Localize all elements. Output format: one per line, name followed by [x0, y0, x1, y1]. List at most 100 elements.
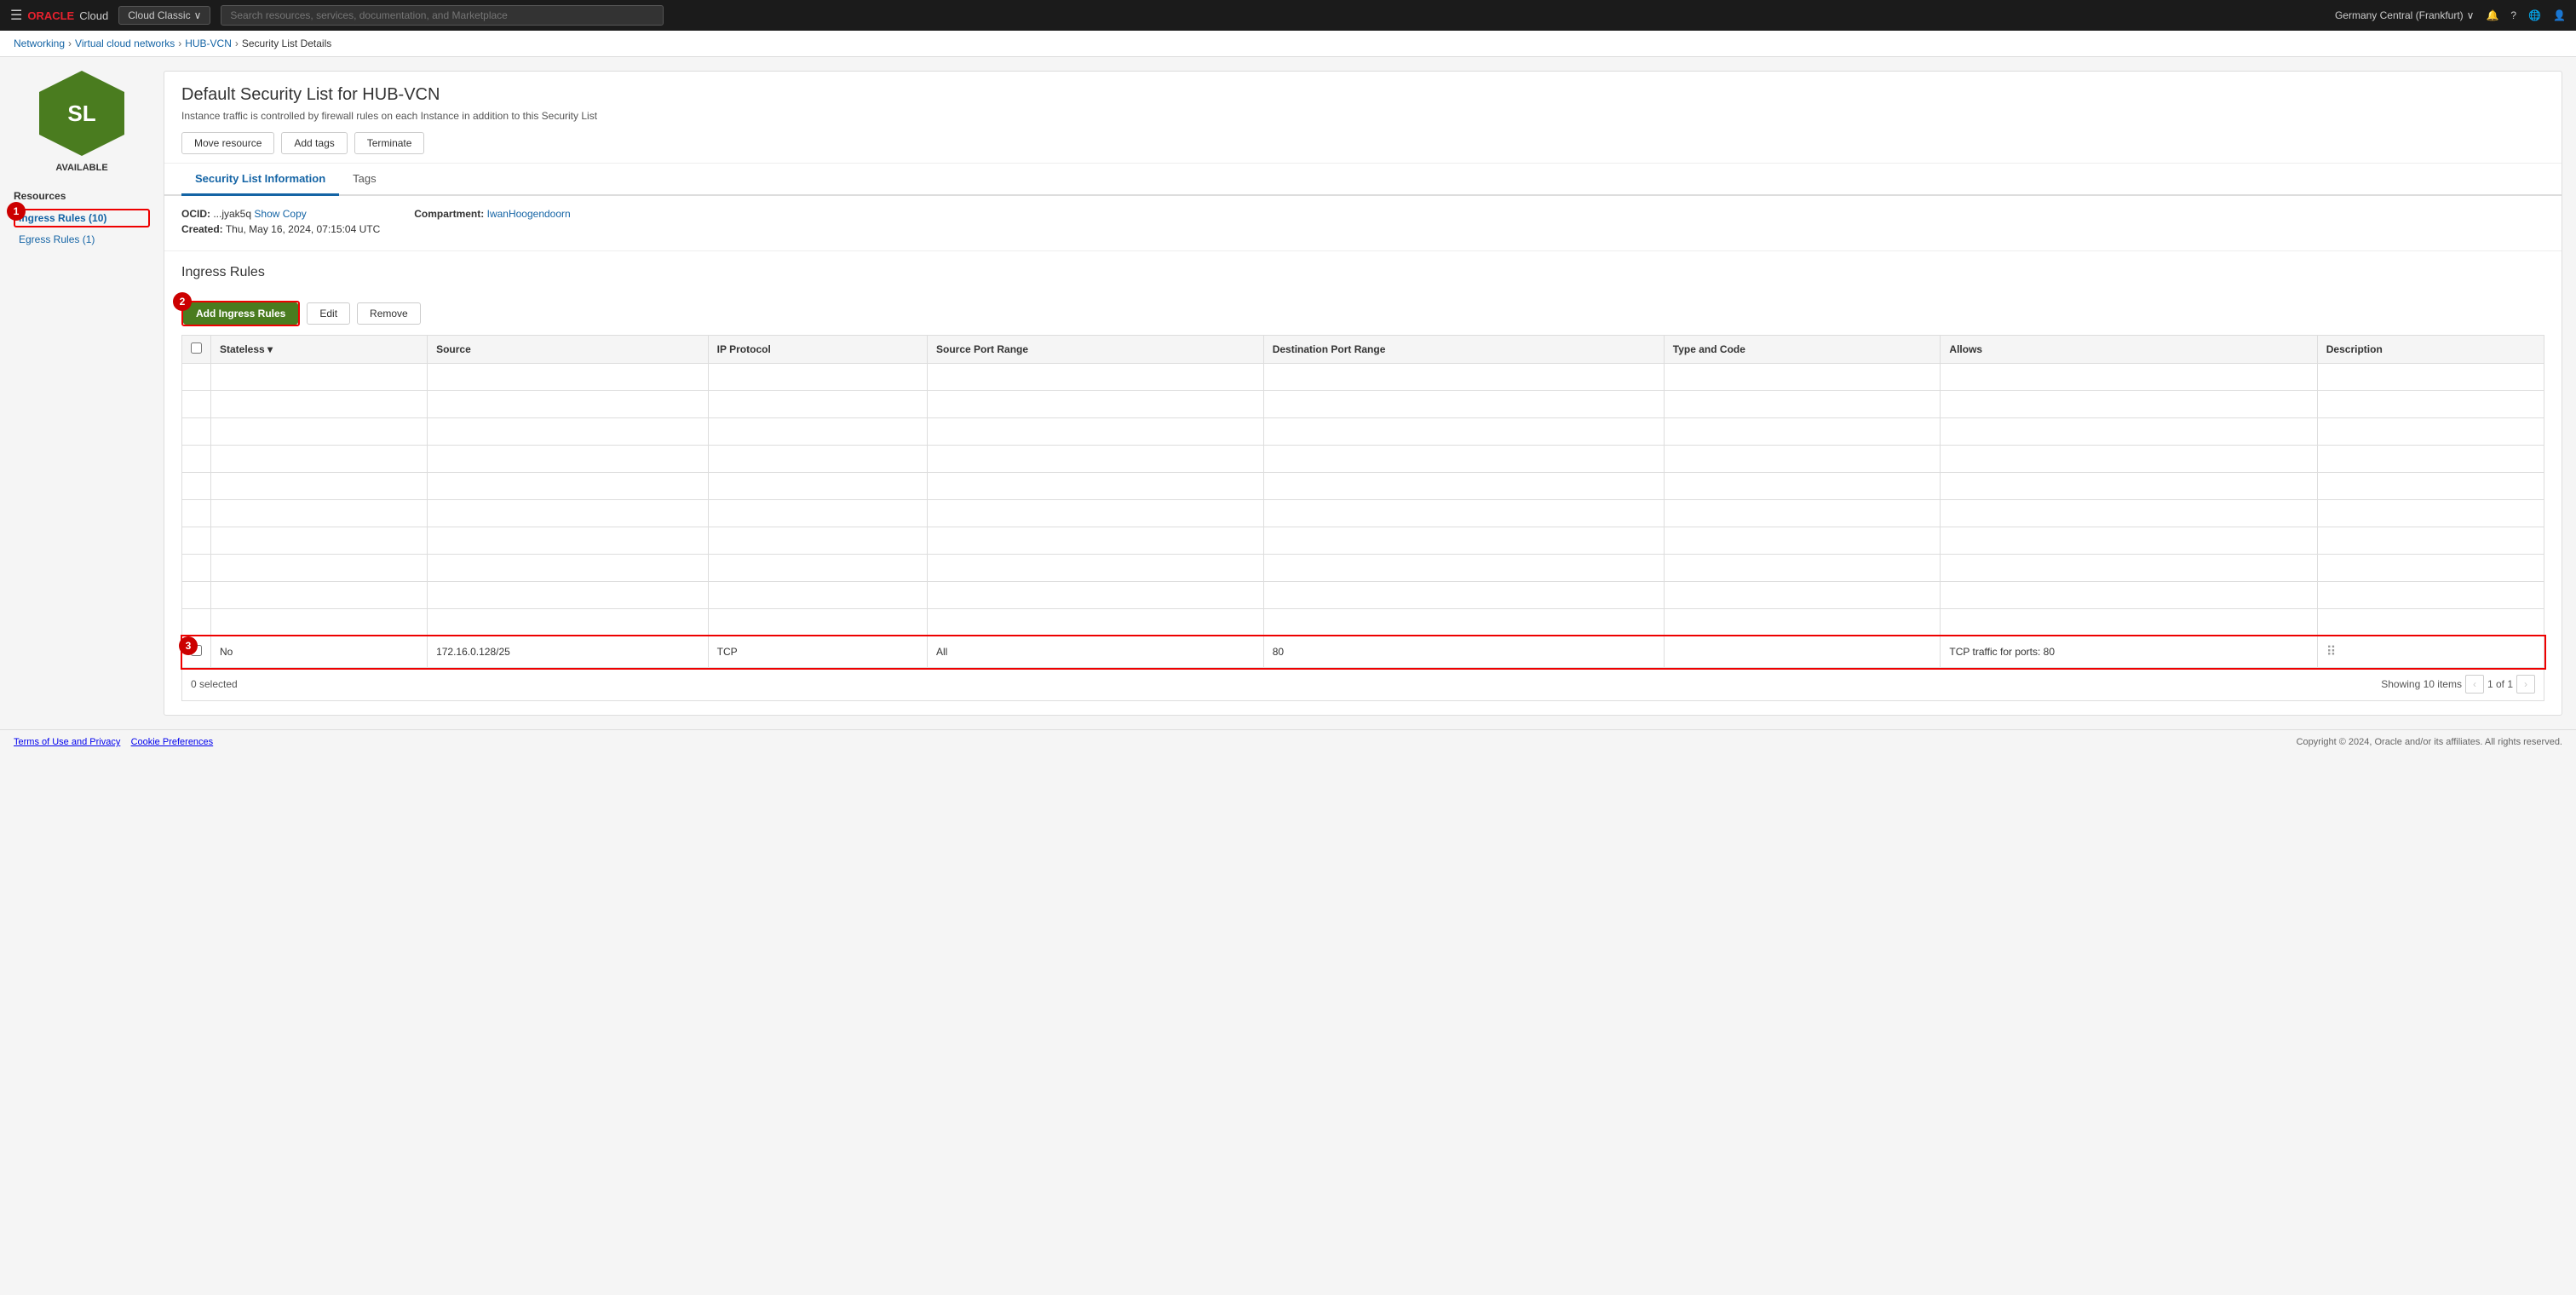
compartment-value[interactable]: IwanHoogendoorn: [487, 208, 571, 220]
cloud-classic-label: Cloud Classic: [128, 9, 190, 21]
main-content: SL AVAILABLE Resources 1 Ingress Rules (…: [0, 57, 2576, 729]
breadcrumb-hub-vcn[interactable]: HUB-VCN: [185, 37, 232, 49]
cloud-text: Cloud: [79, 9, 108, 22]
table-header-row: Stateless ▾ Source IP Protocol Source Po…: [182, 336, 2544, 364]
compartment-label: Compartment:: [414, 208, 484, 220]
table-row: [182, 582, 2544, 609]
empty-type: [1664, 364, 1941, 391]
row-source: 172.16.0.128/25: [428, 636, 709, 668]
breadcrumb-sep-3: ›: [235, 37, 239, 49]
col-stateless: Stateless ▾: [211, 336, 428, 364]
created-value: Thu, May 16, 2024, 07:15:04 UTC: [226, 223, 380, 235]
global-search-input[interactable]: [221, 5, 664, 26]
ocid-value: ...jyak5q: [213, 208, 251, 220]
page-header: Default Security List for HUB-VCN Instan…: [164, 72, 2562, 164]
tab-tags[interactable]: Tags: [339, 164, 389, 196]
ocid-label: OCID:: [181, 208, 210, 220]
brand: ☰ ORACLE Cloud: [10, 7, 108, 24]
annotation-badge-2: 2: [173, 292, 192, 311]
empty-desc: [2317, 364, 2544, 391]
region-selector[interactable]: Germany Central (Frankfurt) ∨: [2335, 9, 2475, 21]
sidebar-item-egress-rules[interactable]: Egress Rules (1): [14, 231, 150, 248]
breadcrumb-sep-2: ›: [178, 37, 181, 49]
terminate-button[interactable]: Terminate: [354, 132, 425, 154]
table-actions: 2 Add Ingress Rules Edit Remove: [181, 301, 2544, 326]
topbar-right: Germany Central (Frankfurt) ∨ 🔔 ? 🌐 👤: [2335, 9, 2566, 21]
info-section: OCID: ...jyak5q Show Copy Created: Thu, …: [164, 196, 2562, 251]
col-source-port-range: Source Port Range: [928, 336, 1264, 364]
col-type-and-code: Type and Code: [1664, 336, 1941, 364]
language-icon[interactable]: 🌐: [2528, 9, 2541, 21]
next-page-button[interactable]: ›: [2516, 675, 2535, 694]
table-row: [182, 555, 2544, 582]
oracle-logo: ORACLE: [27, 9, 74, 22]
table-row: [182, 473, 2544, 500]
footer-links: Terms of Use and Privacy Cookie Preferen…: [14, 737, 213, 747]
move-resource-button[interactable]: Move resource: [181, 132, 274, 154]
help-icon[interactable]: ?: [2510, 9, 2516, 21]
topbar: ☰ ORACLE Cloud Cloud Classic ∨ Germany C…: [0, 0, 2576, 31]
edit-button[interactable]: Edit: [307, 302, 350, 325]
table-row: [182, 446, 2544, 473]
pagination: Showing 10 items ‹ 1 of 1 ›: [2381, 675, 2535, 694]
table-row: [182, 418, 2544, 446]
col-checkbox: [182, 336, 211, 364]
table-row: [182, 364, 2544, 391]
notifications-icon[interactable]: 🔔: [2486, 9, 2498, 21]
row-ip-protocol: TCP: [708, 636, 927, 668]
col-source: Source: [428, 336, 709, 364]
tabs: Security List Information Tags: [164, 164, 2562, 196]
user-icon[interactable]: 👤: [2553, 9, 2566, 21]
col-description: Description: [2317, 336, 2544, 364]
remove-button[interactable]: Remove: [357, 302, 421, 325]
row-description: ⠿: [2317, 636, 2544, 668]
ocid-copy-link[interactable]: Copy: [283, 208, 307, 220]
resources-section-label: Resources: [14, 190, 150, 202]
compartment-item: Compartment: IwanHoogendoorn: [414, 208, 570, 220]
page-subtitle: Instance traffic is controlled by firewa…: [181, 110, 2544, 122]
tab-security-list-information[interactable]: Security List Information: [181, 164, 339, 196]
annotation-badge-3: 3: [179, 636, 198, 655]
prev-page-button[interactable]: ‹: [2465, 675, 2484, 694]
table-row: [182, 500, 2544, 527]
empty-sport: [928, 364, 1264, 391]
table-row-highlighted: 3 No 172.16.0.128/25 TCP All 80 TCP traf…: [182, 636, 2544, 668]
cookies-link[interactable]: Cookie Preferences: [131, 737, 214, 747]
empty-ip: [708, 364, 927, 391]
empty-stateless: [211, 364, 428, 391]
action-buttons: Move resource Add tags Terminate: [181, 132, 2544, 154]
add-ingress-rules-button[interactable]: Add Ingress Rules: [183, 302, 298, 325]
empty-source: [428, 364, 709, 391]
chevron-down-icon: ∨: [194, 9, 202, 21]
resource-icon: SL: [39, 71, 124, 156]
ocid-show-link[interactable]: Show: [254, 208, 279, 220]
row-checkbox-cell: 3: [182, 636, 211, 668]
sidebar-item-ingress-rules[interactable]: Ingress Rules (10): [14, 209, 150, 227]
table-row: [182, 609, 2544, 636]
empty-allows: [1941, 364, 2317, 391]
region-label: Germany Central (Frankfurt): [2335, 9, 2464, 21]
row-source-port: All: [928, 636, 1264, 668]
table-row: [182, 527, 2544, 555]
empty-checkbox: [182, 364, 211, 391]
terms-link[interactable]: Terms of Use and Privacy: [14, 737, 120, 747]
annotation-badge-1: 1: [7, 202, 26, 221]
breadcrumb-current: Security List Details: [242, 37, 331, 49]
add-tags-button[interactable]: Add tags: [281, 132, 347, 154]
row-dots-icon[interactable]: ⠿: [2326, 645, 2337, 659]
right-panel: Default Security List for HUB-VCN Instan…: [164, 71, 2562, 716]
breadcrumb-networking[interactable]: Networking: [14, 37, 65, 49]
hamburger-menu[interactable]: ☰: [10, 7, 22, 24]
add-ingress-wrapper: 2 Add Ingress Rules: [181, 301, 300, 326]
breadcrumb-vcn[interactable]: Virtual cloud networks: [75, 37, 175, 49]
select-all-checkbox[interactable]: [191, 342, 202, 354]
page-info: 1 of 1: [2487, 678, 2513, 690]
copyright-text: Copyright © 2024, Oracle and/or its affi…: [2297, 737, 2562, 747]
ingress-rules-section: Ingress Rules 2 Add Ingress Rules Edit R…: [164, 251, 2562, 715]
breadcrumb-sep-1: ›: [68, 37, 72, 49]
cloud-classic-button[interactable]: Cloud Classic ∨: [118, 6, 210, 25]
created-item: Created: Thu, May 16, 2024, 07:15:04 UTC: [181, 223, 380, 235]
resource-status: AVAILABLE: [14, 163, 150, 173]
left-panel: SL AVAILABLE Resources 1 Ingress Rules (…: [14, 71, 150, 716]
table-footer: 0 selected Showing 10 items ‹ 1 of 1 ›: [181, 668, 2544, 701]
